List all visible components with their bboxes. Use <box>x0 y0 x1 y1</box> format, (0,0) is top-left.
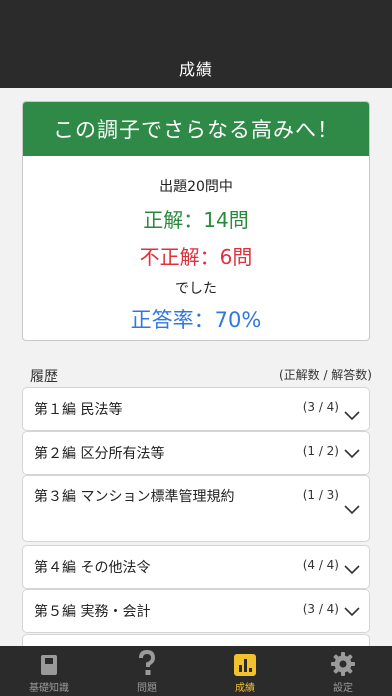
history-row[interactable]: 第５編 実務・会計 (3 / 4) <box>22 589 370 633</box>
page-title: 成績 <box>178 60 213 79</box>
chevron-down-icon[interactable] <box>343 564 361 576</box>
result-banner: この調子でさらなる高みへ！ <box>23 102 369 156</box>
history-row-name: 第２編 区分所有法等 <box>34 446 165 462</box>
history-row[interactable]: 第１編 民法等 (3 / 4) <box>22 387 370 431</box>
chevron-down-icon[interactable] <box>343 410 361 422</box>
history-row[interactable]: 第３編 マンション標準管理規約 (1 / 3) <box>22 475 370 542</box>
incorrect-count: 不正解：6問 <box>139 245 253 269</box>
tab-basics[interactable]: 基礎知識 <box>0 646 98 696</box>
history-row-name: 第１編 民法等 <box>34 402 123 418</box>
bar-chart-icon <box>234 654 256 676</box>
history-label: 履歴 <box>30 369 58 385</box>
total-questions: 出題20問中 <box>159 179 233 195</box>
history-row[interactable]: 第２編 区分所有法等 (1 / 2) <box>22 431 370 475</box>
nav-bar: 成績 <box>0 0 392 88</box>
history-row-name: 第４編 その他法令 <box>34 560 151 576</box>
history-row-score: (4 / 4) <box>302 558 339 572</box>
tab-label: 成績 <box>235 683 255 694</box>
result-card: この調子でさらなる高みへ！ 出題20問中 正解：14問 不正解：6問 でした 正… <box>22 101 370 341</box>
accuracy-rate: 正答率：70% <box>130 308 262 332</box>
history-row-score: (3 / 4) <box>302 400 339 414</box>
correct-count: 正解：14問 <box>143 208 249 232</box>
history-row-score: (3 / 4) <box>302 602 339 616</box>
history-columns-label: (正解数 / 解答数) <box>278 368 372 382</box>
history-row-score: (1 / 3) <box>302 488 339 502</box>
chevron-down-icon[interactable] <box>343 606 361 618</box>
gear-icon <box>331 652 355 676</box>
chevron-down-icon[interactable] <box>343 504 361 516</box>
book-icon <box>41 655 57 675</box>
tab-results[interactable]: 成績 <box>196 646 294 696</box>
history-row-name: 第５編 実務・会計 <box>34 604 151 620</box>
result-suffix: でした <box>175 281 217 297</box>
tab-label: 問題 <box>137 683 157 694</box>
chevron-down-icon[interactable] <box>343 448 361 460</box>
tab-bar: 基礎知識 問題 成績 設定 <box>0 646 392 696</box>
tab-settings[interactable]: 設定 <box>294 646 392 696</box>
question-icon <box>139 650 156 675</box>
tab-label: 設定 <box>333 683 353 694</box>
history-row[interactable]: 第４編 その他法令 (4 / 4) <box>22 545 370 589</box>
tab-label: 基礎知識 <box>29 683 69 694</box>
tab-questions[interactable]: 問題 <box>98 646 196 696</box>
result-stats: 出題20問中 正解：14問 不正解：6問 でした 正答率：70% <box>23 176 369 334</box>
history-row-score: (1 / 2) <box>302 444 339 458</box>
history-row-name: 第３編 マンション標準管理規約 <box>34 489 235 505</box>
